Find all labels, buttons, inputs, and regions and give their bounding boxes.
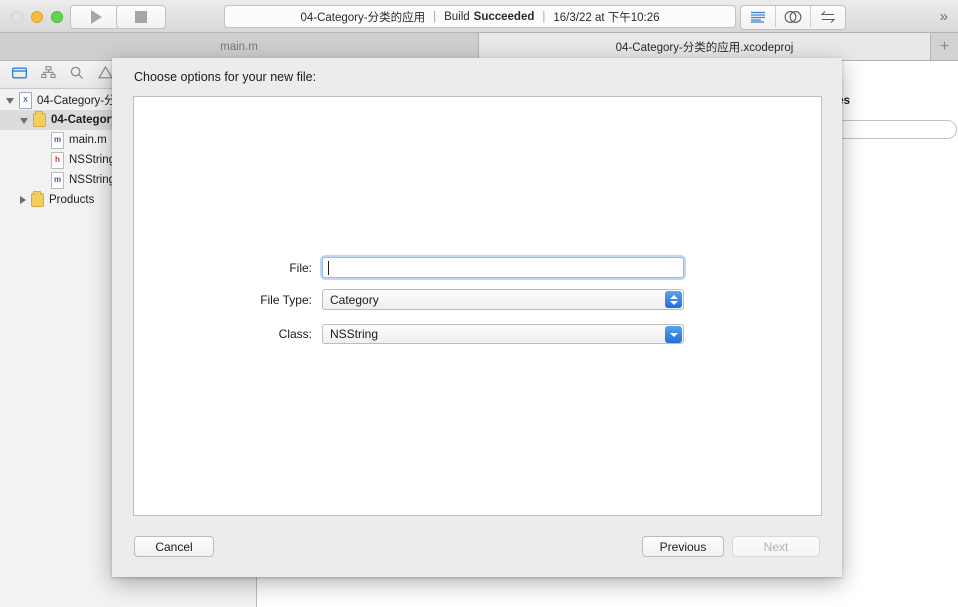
field-row-file-type: File Type: Category bbox=[213, 289, 684, 310]
two-arrows-icon bbox=[820, 10, 836, 23]
file-type-field-label: File Type: bbox=[260, 292, 312, 307]
source-m-icon: m bbox=[51, 131, 64, 149]
previous-button[interactable]: Previous bbox=[642, 536, 724, 557]
lines-icon bbox=[751, 11, 765, 23]
cancel-button[interactable]: Cancel bbox=[134, 536, 214, 557]
inspector-search-field[interactable] bbox=[835, 120, 957, 139]
class-field-label: Class: bbox=[278, 327, 312, 341]
file-field-label: File: bbox=[289, 260, 312, 275]
status-separator-1: | bbox=[433, 10, 437, 23]
tree-item-label: 04-Category bbox=[51, 114, 118, 126]
tree-item-label: main.m bbox=[69, 134, 107, 146]
tab-bar: main.m 04-Category-分类的应用.xcodeproj + bbox=[0, 33, 958, 61]
folder-icon bbox=[31, 191, 44, 208]
toolbar-overflow-button[interactable]: » bbox=[940, 8, 948, 25]
status-timestamp: 16/3/22 at 下午10:26 bbox=[553, 11, 660, 24]
zoom-window-button[interactable] bbox=[51, 11, 63, 23]
file-name-input[interactable] bbox=[322, 257, 684, 278]
folder-icon bbox=[33, 111, 46, 128]
disclosure-triangle-icon[interactable] bbox=[20, 118, 28, 124]
disclosure-triangle-icon[interactable] bbox=[6, 98, 14, 104]
stop-icon bbox=[135, 11, 147, 23]
file-type-value: Category bbox=[330, 292, 379, 307]
stop-button[interactable] bbox=[116, 5, 166, 29]
source-h-icon: h bbox=[51, 151, 64, 169]
folder-icon[interactable] bbox=[11, 66, 28, 84]
class-value: NSString bbox=[330, 327, 379, 341]
warning-triangle-icon[interactable] bbox=[97, 65, 114, 84]
stepper-chevrons-icon[interactable] bbox=[665, 291, 682, 308]
status-build-result: Succeeded bbox=[473, 10, 535, 23]
play-icon bbox=[91, 10, 102, 24]
dialog-heading: Choose options for your new file: bbox=[134, 70, 317, 84]
status-scheme-name: 04-Category-分类的应用 bbox=[300, 11, 426, 24]
disclosure-triangle-icon[interactable] bbox=[20, 196, 26, 204]
tab-main-m[interactable]: main.m bbox=[0, 33, 479, 60]
next-button: Next bbox=[732, 536, 820, 557]
minimize-window-button[interactable] bbox=[31, 11, 43, 23]
tab-xcodeproj[interactable]: 04-Category-分类的应用.xcodeproj bbox=[479, 33, 931, 60]
activity-status-bar: 04-Category-分类的应用 | Build Succeeded | 16… bbox=[224, 5, 736, 28]
tree-item-label: 04-Category-分 bbox=[37, 95, 116, 107]
status-separator-2: | bbox=[542, 10, 546, 23]
new-file-options-dialog: Choose options for your new file: File: … bbox=[112, 58, 842, 577]
venn-circles-icon bbox=[784, 10, 802, 23]
chevron-down-icon[interactable] bbox=[665, 326, 682, 343]
status-build-prefix: Build bbox=[444, 10, 470, 23]
add-tab-button[interactable]: + bbox=[931, 33, 958, 60]
text-caret bbox=[328, 261, 329, 275]
hierarchy-icon[interactable] bbox=[41, 65, 56, 84]
tree-item-label: Products bbox=[49, 194, 95, 206]
class-combo-box[interactable]: NSString bbox=[322, 324, 684, 344]
title-bar: 04-Category-分类的应用 | Build Succeeded | 16… bbox=[0, 0, 958, 33]
close-window-button[interactable] bbox=[11, 11, 23, 23]
file-type-combo-box[interactable]: Category bbox=[322, 289, 684, 310]
window-controls bbox=[11, 11, 63, 23]
field-row-file: File: bbox=[213, 257, 684, 278]
search-icon[interactable] bbox=[70, 66, 84, 84]
editor-mode-segmented-control bbox=[740, 5, 846, 30]
standard-editor-button[interactable] bbox=[741, 6, 776, 27]
field-row-class: Class: NSString bbox=[213, 324, 684, 344]
run-button[interactable] bbox=[70, 5, 120, 29]
version-editor-button[interactable] bbox=[811, 6, 845, 27]
assistant-editor-button[interactable] bbox=[776, 6, 811, 27]
source-m-icon: m bbox=[51, 171, 64, 189]
project-icon: X bbox=[19, 91, 32, 109]
